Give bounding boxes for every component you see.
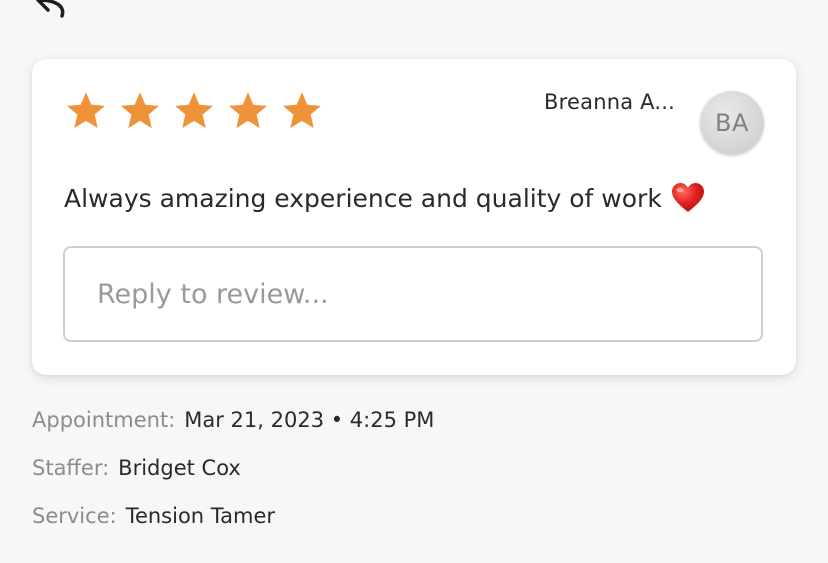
star-rating xyxy=(64,89,324,133)
service-value: Tension Tamer xyxy=(125,504,276,528)
reply-input[interactable] xyxy=(65,248,761,340)
review-card: Breanna A... BA Always amazing experienc… xyxy=(32,59,796,375)
staffer-row: Staffer: Bridget Cox xyxy=(32,456,434,504)
heart-icon xyxy=(671,183,704,212)
star-icon xyxy=(283,92,321,129)
appointment-label: Appointment: xyxy=(32,408,176,432)
star-icon xyxy=(121,92,159,129)
appointment-details: Appointment: Mar 21, 2023 • 4:25 PM Staf… xyxy=(32,408,434,552)
service-label: Service: xyxy=(32,504,117,528)
appointment-value: Mar 21, 2023 • 4:25 PM xyxy=(184,408,435,432)
reply-box xyxy=(63,246,763,342)
appointment-row: Appointment: Mar 21, 2023 • 4:25 PM xyxy=(32,408,434,456)
star-icon xyxy=(229,92,267,129)
avatar[interactable]: BA xyxy=(700,91,764,155)
reviewer-name: Breanna A... xyxy=(544,90,675,114)
star-icon xyxy=(175,92,213,129)
star-icon xyxy=(67,92,105,129)
back-arrow-icon[interactable] xyxy=(26,0,70,18)
review-text: Always amazing experience and quality of… xyxy=(64,183,662,213)
staffer-value: Bridget Cox xyxy=(118,456,241,480)
service-row: Service: Tension Tamer xyxy=(32,504,434,552)
staffer-label: Staffer: xyxy=(32,456,110,480)
review-text-row: Always amazing experience and quality of… xyxy=(64,181,706,215)
avatar-initials: BA xyxy=(715,109,749,137)
